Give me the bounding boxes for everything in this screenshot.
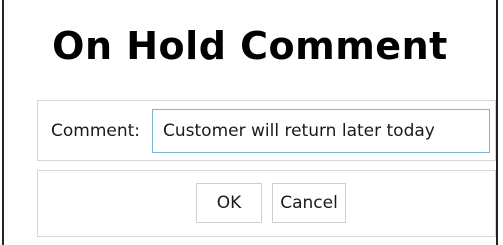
comment-input[interactable] bbox=[152, 109, 490, 153]
button-panel: OK Cancel bbox=[37, 170, 496, 237]
cancel-button[interactable]: Cancel bbox=[272, 183, 346, 223]
comment-panel: Comment: bbox=[37, 100, 496, 161]
comment-label: Comment: bbox=[51, 121, 141, 141]
dialog-title: On Hold Comment bbox=[52, 24, 448, 68]
on-hold-comment-dialog: On Hold Comment Comment: OK Cancel bbox=[2, 0, 498, 245]
ok-button[interactable]: OK bbox=[196, 183, 262, 223]
